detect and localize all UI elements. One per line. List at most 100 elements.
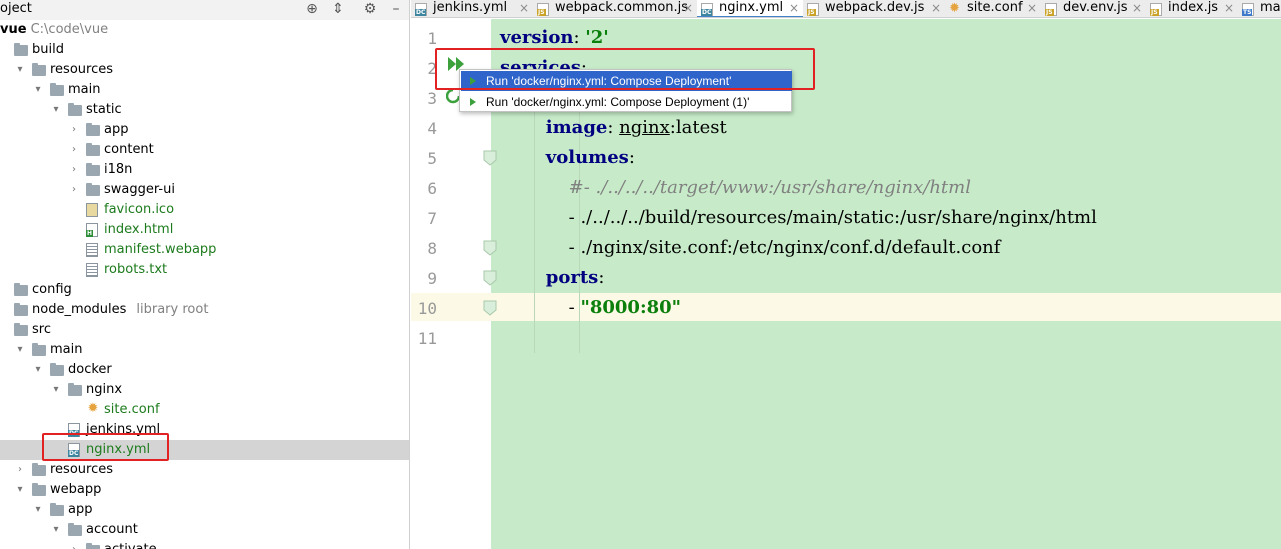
tree-folder-row[interactable]: build [0,40,409,60]
collapse-icon[interactable]: ⇕ [330,0,346,18]
expanded-arrow-icon[interactable]: ▾ [50,380,62,400]
tree-item-label: app [104,122,129,137]
expanded-arrow-icon[interactable]: ▾ [50,520,62,540]
hide-icon[interactable]: – [388,0,404,18]
tree-file-row[interactable]: manifest.webapp [0,240,409,260]
folder-icon [50,363,64,376]
close-tab-icon[interactable]: × [1224,0,1234,16]
tree-file-row[interactable]: robots.txt [0,260,409,280]
fold-marker-icon[interactable] [483,300,497,316]
folder-icon [86,143,100,156]
folder-icon [86,543,100,549]
code-line[interactable]: #- ./../../../target/www:/usr/share/ngin… [500,173,971,203]
tree-folder-row[interactable]: ▾ main [0,80,409,100]
code-token: image [545,117,608,138]
collapsed-arrow-icon[interactable]: › [14,460,26,480]
tree-item-label: main [50,342,83,357]
tree-item-label: content [104,142,154,157]
txt-file-icon [86,243,98,257]
line-number: 4 [427,119,437,138]
tree-folder-row[interactable]: ▾ resources [0,60,409,80]
fold-marker-icon[interactable] [483,240,497,256]
tree-folder-row[interactable]: vue C:\code\vue [0,20,409,40]
code-line[interactable]: - ./nginx/site.conf:/etc/nginx/conf.d/de… [500,233,1001,263]
tree-item-label: main [68,82,101,97]
html-file-icon: H [86,223,98,237]
close-tab-icon[interactable]: × [683,0,693,16]
close-tab-icon[interactable]: × [931,0,941,16]
expanded-arrow-icon[interactable]: ▾ [32,500,44,520]
folder-icon [32,63,46,76]
run-compose-deployment-1-item[interactable]: Run 'docker/nginx.yml: Compose Deploymen… [461,92,792,112]
tree-folder-row[interactable]: › activate [0,540,409,549]
editor-tab[interactable]: JS index.js × [1146,0,1238,17]
tree-folder-row[interactable]: ▾ nginx [0,380,409,400]
collapsed-arrow-icon[interactable]: › [68,180,80,200]
dc-file-icon: DC [701,3,713,16]
settings-gear-icon[interactable]: ⚙ [362,0,378,18]
tree-item-label: manifest.webapp [104,242,217,257]
tree-item-hint: library root [136,302,209,317]
tree-folder-row[interactable]: node_modules library root [0,300,409,320]
expanded-arrow-icon[interactable]: ▾ [14,60,26,80]
code-line[interactable]: image: nginx:latest [500,113,727,143]
collapsed-arrow-icon[interactable]: › [68,160,80,180]
editor-tab[interactable]: JS dev.env.js × [1041,0,1146,17]
run-service-gutter-icon[interactable] [446,88,460,104]
expanded-arrow-icon[interactable]: ▾ [14,480,26,500]
tree-item-label: app [68,502,93,517]
editor-tab[interactable]: ✹ site.conf × [945,0,1041,17]
editor-tab[interactable]: DC nginx.yml × [697,0,803,17]
editor-tab[interactable]: JS webpack.common.js × [533,0,697,17]
code-line[interactable]: ports: [500,263,605,293]
code-token: ports [545,267,599,288]
line-number: 5 [427,149,437,168]
tab-label: site.conf [967,0,1023,15]
code-line[interactable]: volumes: [500,143,635,173]
fold-marker-icon[interactable] [483,150,497,166]
code-token: #- ./../../../target/www:/usr/share/ngin… [568,177,971,198]
tree-folder-row[interactable]: src [0,320,409,340]
editor-tab[interactable]: JS webpack.dev.js × [803,0,945,17]
tree-folder-row[interactable]: ▾ main [0,340,409,360]
tree-item-label: static [86,102,122,117]
close-tab-icon[interactable]: × [1027,0,1037,16]
tree-folder-row[interactable]: › i18n [0,160,409,180]
code-line[interactable]: - ./../../../build/resources/main/static… [500,203,1097,233]
collapsed-arrow-icon[interactable]: › [68,540,80,549]
tree-file-row[interactable]: Hindex.html [0,220,409,240]
code-token: version [500,27,574,48]
close-tab-icon[interactable]: × [789,0,799,16]
target-icon[interactable]: ⊕ [304,0,320,18]
tree-file-row[interactable]: favicon.ico [0,200,409,220]
expanded-arrow-icon[interactable]: ▾ [50,100,62,120]
tree-file-row[interactable]: ✹ site.conf [0,400,409,420]
fold-marker-icon[interactable] [483,270,497,286]
line-number: 2 [427,59,437,78]
expanded-arrow-icon[interactable]: ▾ [14,340,26,360]
tree-folder-row[interactable]: ▾ docker [0,360,409,380]
close-tab-icon[interactable]: × [519,0,529,16]
code-token: : [573,27,586,48]
code-token: : [628,147,635,168]
tree-folder-row[interactable]: ▾ webapp [0,480,409,500]
tree-folder-row[interactable]: config [0,280,409,300]
editor-tab[interactable]: DC jenkins.yml × [411,0,533,17]
close-tab-icon[interactable]: × [1132,0,1142,16]
tree-folder-row[interactable]: ▾ static [0,100,409,120]
tree-folder-row[interactable]: › app [0,120,409,140]
tree-folder-row[interactable]: › resources [0,460,409,480]
tree-folder-row[interactable]: › swagger-ui [0,180,409,200]
expanded-arrow-icon[interactable]: ▾ [32,360,44,380]
collapsed-arrow-icon[interactable]: › [68,140,80,160]
folder-icon [50,83,64,96]
editor-tab[interactable]: TS mai [1238,0,1281,17]
tree-folder-row[interactable]: › content [0,140,409,160]
tree-folder-row[interactable]: ▾ app [0,500,409,520]
folder-icon [68,103,82,116]
code-line[interactable]: - "8000:80" [500,293,681,323]
expanded-arrow-icon[interactable]: ▾ [32,80,44,100]
collapsed-arrow-icon[interactable]: › [68,120,80,140]
tree-folder-row[interactable]: ▾ account [0,520,409,540]
